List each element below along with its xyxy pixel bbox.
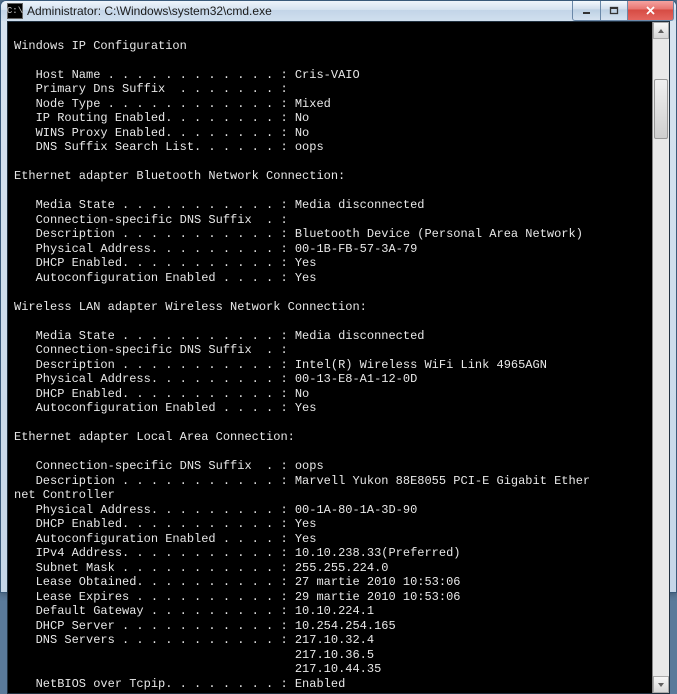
lan-subnet: 255.255.224.0 <box>295 561 389 575</box>
lan-lease-expires: 29 martie 2010 10:53:06 <box>295 590 461 604</box>
section-header: Wireless LAN adapter Wireless Network Co… <box>14 300 367 314</box>
maximize-icon <box>609 6 619 16</box>
chevron-down-icon <box>657 681 665 689</box>
lan-description-l2: net Controller <box>14 488 115 502</box>
chevron-up-icon <box>657 27 665 35</box>
maximize-button[interactable] <box>600 1 628 21</box>
vertical-scrollbar[interactable] <box>652 22 669 693</box>
minimize-icon <box>582 6 592 16</box>
lan-autoconf: Yes <box>295 532 317 546</box>
wlan-dhcp: No <box>295 387 309 401</box>
lan-phys-addr: 00-1A-80-1A-3D-90 <box>295 503 417 517</box>
minimize-button[interactable] <box>572 1 600 21</box>
close-button[interactable] <box>628 1 674 21</box>
scroll-track[interactable] <box>653 39 669 676</box>
host-name: Cris-VAIO <box>295 68 360 82</box>
window-title: Administrator: C:\Windows\system32\cmd.e… <box>27 4 572 18</box>
lan-dhcp-server: 10.254.254.165 <box>295 619 396 633</box>
bt-media-state: Media disconnected <box>295 198 425 212</box>
wlan-phys-addr: 00-13-E8-A1-12-0D <box>295 372 417 386</box>
section-header: Ethernet adapter Bluetooth Network Conne… <box>14 169 345 183</box>
node-type: Mixed <box>295 97 331 111</box>
lan-netbios: Enabled <box>295 677 345 691</box>
window-controls <box>572 1 674 21</box>
scroll-thumb[interactable] <box>654 79 668 139</box>
scroll-down-button[interactable] <box>653 676 669 693</box>
lan-dhcp: Yes <box>295 517 317 531</box>
dns-suffix-search: oops <box>295 140 324 154</box>
bt-phys-addr: 00-1B-FB-57-3A-79 <box>295 242 417 256</box>
bt-description: Bluetooth Device (Personal Area Network) <box>295 227 583 241</box>
wlan-description: Intel(R) Wireless WiFi Link 4965AGN <box>295 358 547 372</box>
lan-ipv4: 10.10.238.33(Preferred) <box>295 546 461 560</box>
bt-autoconf: Yes <box>295 271 317 285</box>
wlan-autoconf: Yes <box>295 401 317 415</box>
titlebar[interactable]: C:\ Administrator: C:\Windows\system32\c… <box>1 1 676 21</box>
scroll-up-button[interactable] <box>653 22 669 39</box>
cmd-icon: C:\ <box>7 3 23 19</box>
section-header: Ethernet adapter Local Area Connection: <box>14 430 295 444</box>
close-icon <box>645 5 656 16</box>
terminal-output[interactable]: Windows IP Configuration Host Name . . .… <box>8 22 652 693</box>
section-header: Windows IP Configuration <box>14 39 187 53</box>
lan-dns3: 217.10.44.35 <box>295 662 381 676</box>
client-area: Windows IP Configuration Host Name . . .… <box>7 21 670 694</box>
lan-dns2: 217.10.36.5 <box>295 648 374 662</box>
lan-lease-obtained: 27 martie 2010 10:53:06 <box>295 575 461 589</box>
lan-dns-suffix: oops <box>295 459 324 473</box>
lan-description-l1: Marvell Yukon 88E8055 PCI-E Gigabit Ethe… <box>295 474 590 488</box>
lan-dns1: 217.10.32.4 <box>295 633 374 647</box>
wins-proxy: No <box>295 126 309 140</box>
bt-dhcp: Yes <box>295 256 317 270</box>
ip-routing: No <box>295 111 309 125</box>
wlan-media-state: Media disconnected <box>295 329 425 343</box>
lan-gateway: 10.10.224.1 <box>295 604 374 618</box>
cmd-window: C:\ Administrator: C:\Windows\system32\c… <box>0 0 677 593</box>
